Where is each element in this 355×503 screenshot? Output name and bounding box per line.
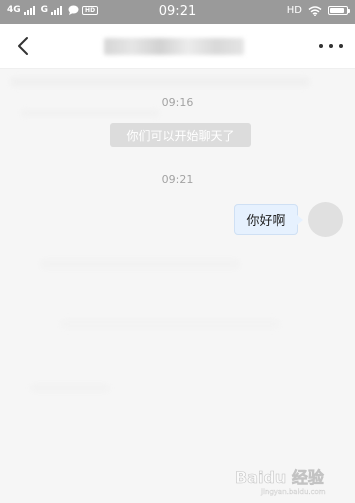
outgoing-message-bubble[interactable]: 你好啊 (234, 204, 303, 235)
battery-level (330, 8, 344, 13)
more-dots-icon (319, 44, 323, 48)
baidu-jingyan-watermark: Baidu 经验 jingyan.baidu.com (235, 468, 326, 496)
timestamp: 09:21 (161, 173, 194, 186)
battery-icon (328, 6, 350, 15)
timestamp: 09:16 (161, 96, 194, 109)
wifi-icon (308, 5, 322, 16)
chat-area[interactable]: 09:16 你们可以开始聊天了 09:21 你好啊 (0, 69, 355, 503)
avatar[interactable] (308, 202, 343, 237)
chat-header (0, 24, 355, 69)
status-bar: 4G G HD 09:21 HD (0, 0, 355, 24)
system-message: 你们可以开始聊天了 (110, 123, 251, 147)
svg-text:jingyan.baidu.com: jingyan.baidu.com (260, 488, 326, 496)
status-right-icons: HD (286, 5, 350, 16)
hd-label: HD (286, 5, 302, 16)
contact-name-redacted (104, 38, 244, 55)
more-options-button[interactable] (319, 37, 343, 55)
back-button[interactable] (12, 34, 36, 58)
svg-text:Baidu 经验: Baidu 经验 (235, 468, 325, 487)
chevron-left-icon (18, 37, 28, 55)
